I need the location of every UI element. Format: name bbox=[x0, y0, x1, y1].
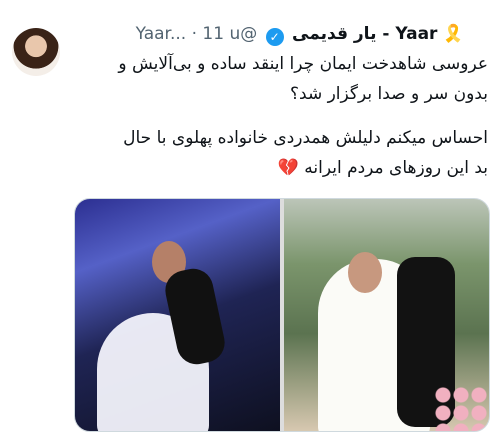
verified-badge-icon: ✓ bbox=[265, 28, 284, 46]
broken-heart-icon: 💔 bbox=[277, 158, 299, 178]
tweet-media-grid[interactable] bbox=[74, 198, 490, 432]
tweet-line-4: بد این روزهای مردم ایرانه 💔 bbox=[277, 158, 488, 178]
tweet-line-1: عروسی شاهدخت ایمان چرا اینقد ساده و بی‌آ… bbox=[118, 54, 488, 74]
photo-bride-walk[interactable] bbox=[284, 199, 489, 431]
tweet-line-3: احساس میکنم دلیلش همدردی خانواده پهلوی ب… bbox=[123, 128, 488, 148]
tweet-header: 🎗️ Yaar - یار قدیمی ✓ @Yaar... · 11 u bbox=[74, 22, 464, 46]
ribbon-icon: 🎗️ bbox=[442, 24, 464, 44]
display-name[interactable]: Yaar - یار قدیمی bbox=[292, 24, 437, 44]
tweet-text: عروسی شاهدخت ایمان چرا اینقد ساده و بی‌آ… bbox=[74, 49, 488, 183]
tweet-line-2: بدون سر و صدا برگزار شد؟ bbox=[290, 84, 488, 104]
separator-dot: · bbox=[191, 24, 198, 44]
timestamp[interactable]: 11 u bbox=[202, 24, 240, 44]
photo-dance[interactable] bbox=[75, 199, 280, 431]
avatar[interactable] bbox=[12, 28, 60, 76]
